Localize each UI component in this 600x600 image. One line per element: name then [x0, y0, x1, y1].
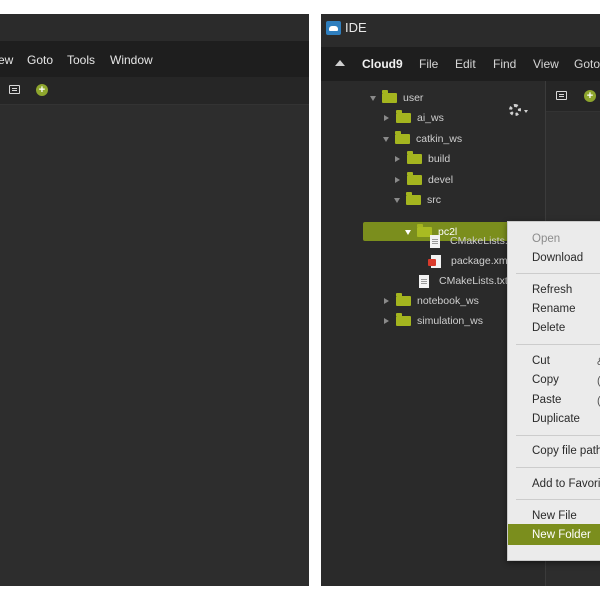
- context-menu-open[interactable]: Open: [532, 233, 560, 245]
- editor-toolbar: +: [546, 81, 600, 112]
- tree-item-label: ai_ws: [417, 112, 444, 124]
- panel-toggle-icon[interactable]: [556, 91, 567, 100]
- expand-arrow-icon[interactable]: [405, 229, 411, 235]
- main-menubar: Cloud9 File Edit Find View Goto: [321, 47, 600, 81]
- tree-item-simulation-ws[interactable]: simulation_ws: [384, 312, 483, 330]
- file-icon: [419, 274, 429, 288]
- context-menu-divider: [516, 435, 600, 436]
- gear-icon[interactable]: [509, 104, 521, 116]
- context-menu: Open Download Refresh Rename Delete Cut …: [507, 221, 600, 561]
- left-ide-window: ew Goto Tools Window +: [0, 14, 309, 586]
- context-menu-divider: [516, 467, 600, 468]
- context-menu-refresh[interactable]: Refresh: [532, 284, 572, 296]
- tree-item-notebook-ws[interactable]: notebook_ws: [384, 292, 479, 310]
- expand-arrow-icon[interactable]: [370, 95, 376, 101]
- right-ide-window: IDE Cloud9 File Edit Find View Goto + us…: [321, 14, 600, 586]
- folder-icon: [396, 293, 411, 306]
- panel-toggle-icon[interactable]: [9, 85, 20, 94]
- app-icon: [326, 21, 341, 35]
- collapse-arrow-icon[interactable]: [384, 115, 389, 121]
- file-icon: [430, 234, 440, 248]
- left-editor-area[interactable]: [0, 105, 309, 586]
- tree-item-label: notebook_ws: [417, 295, 479, 307]
- tree-item-package-xml[interactable]: package.xml: [428, 252, 510, 270]
- context-menu-duplicate[interactable]: Duplicate: [532, 413, 580, 425]
- chevron-down-icon[interactable]: [524, 110, 528, 113]
- tree-item-label: src: [427, 194, 441, 206]
- window-titlebar: IDE: [321, 14, 600, 41]
- tree-item-build[interactable]: build: [395, 150, 450, 168]
- context-menu-add-to-favorites[interactable]: Add to Favorit: [532, 478, 600, 490]
- tree-item-catkin-ws[interactable]: catkin_ws: [383, 130, 462, 148]
- collapse-arrow-icon[interactable]: [395, 177, 400, 183]
- folder-icon: [396, 110, 411, 123]
- folder-icon: [395, 131, 410, 144]
- collapse-arrow-icon[interactable]: [384, 298, 389, 304]
- context-menu-cut[interactable]: Cut: [532, 355, 550, 367]
- tree-item-cmakelists-pc2l[interactable]: CMakeLists.: [430, 232, 508, 250]
- context-menu-divider: [516, 344, 600, 345]
- tree-item-label: package.xml: [451, 255, 510, 267]
- add-icon[interactable]: +: [584, 90, 596, 102]
- tree-item-devel[interactable]: devel: [395, 171, 453, 189]
- folder-icon: [407, 172, 422, 185]
- context-menu-paste[interactable]: Paste: [532, 394, 561, 406]
- window-title: IDE: [345, 20, 367, 35]
- xml-file-icon: [428, 254, 441, 268]
- collapse-arrow-icon[interactable]: [335, 60, 345, 66]
- context-menu-delete[interactable]: Delete: [532, 322, 565, 334]
- tree-item-label: CMakeLists.: [450, 235, 508, 247]
- left-titlebar: [0, 14, 309, 41]
- menu-file[interactable]: File: [419, 57, 438, 71]
- context-menu-divider: [516, 273, 600, 274]
- menu-window[interactable]: Window: [110, 53, 153, 67]
- menu-view[interactable]: ew: [0, 53, 13, 67]
- context-menu-copy-file-path[interactable]: Copy file path: [532, 445, 600, 457]
- context-menu-new-file[interactable]: New File: [532, 510, 577, 522]
- tree-item-user[interactable]: user: [370, 89, 423, 107]
- add-icon[interactable]: +: [36, 84, 48, 96]
- menu-goto[interactable]: Goto: [574, 57, 600, 71]
- collapse-arrow-icon[interactable]: [384, 318, 389, 324]
- menu-tools[interactable]: Tools: [67, 53, 95, 67]
- collapse-arrow-icon[interactable]: [395, 156, 400, 162]
- expand-arrow-icon[interactable]: [394, 197, 400, 203]
- context-menu-download[interactable]: Download: [532, 252, 583, 264]
- tree-item-label: build: [428, 153, 451, 165]
- menu-view[interactable]: View: [533, 57, 559, 71]
- tree-item-label: CMakeLists.txt: [439, 275, 508, 287]
- left-menubar: ew Goto Tools Window: [0, 41, 309, 77]
- context-menu-copy[interactable]: Copy: [532, 374, 559, 386]
- tree-item-label: devel: [428, 174, 454, 186]
- tree-item-cmakelists-src[interactable]: CMakeLists.txt: [419, 272, 508, 290]
- folder-icon: [407, 151, 422, 164]
- menu-find[interactable]: Find: [493, 57, 516, 71]
- menu-edit[interactable]: Edit: [455, 57, 476, 71]
- tree-item-label: simulation_ws: [417, 315, 483, 327]
- context-menu-rename[interactable]: Rename: [532, 303, 575, 315]
- tree-item-label: catkin_ws: [416, 133, 463, 145]
- menu-cloud9[interactable]: Cloud9: [362, 57, 403, 71]
- menu-goto[interactable]: Goto: [27, 53, 53, 67]
- folder-icon: [382, 90, 397, 103]
- left-editor-toolbar: +: [0, 77, 309, 105]
- folder-icon: [406, 192, 421, 205]
- tree-item-ai-ws[interactable]: ai_ws: [384, 109, 444, 127]
- context-menu-new-folder[interactable]: New Folder: [532, 529, 591, 541]
- context-menu-divider: [516, 499, 600, 500]
- tree-item-src[interactable]: src: [394, 191, 441, 209]
- tree-item-label: user: [403, 92, 424, 104]
- expand-arrow-icon[interactable]: [383, 136, 389, 142]
- folder-icon: [396, 313, 411, 326]
